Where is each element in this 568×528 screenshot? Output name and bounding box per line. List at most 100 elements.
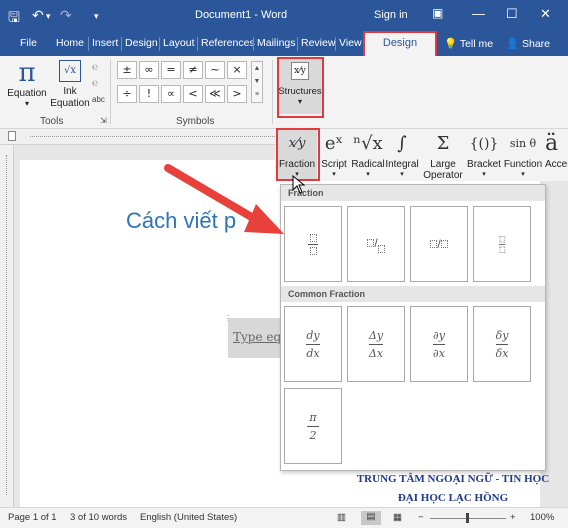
symbol-proportional[interactable]: ∝ (161, 85, 181, 103)
bracket-icon: {()} (469, 136, 499, 152)
chevron-down-icon: ▾ (332, 171, 336, 178)
tab-divider (88, 37, 89, 51)
fraction-pi-over-2-option[interactable]: π2 (284, 388, 342, 464)
tab-references[interactable]: References (201, 37, 255, 49)
tab-layout[interactable]: Layout (163, 37, 195, 49)
document-title: Document1 - Word (195, 9, 288, 21)
share-button[interactable]: 👤 Share (506, 37, 550, 50)
tab-equation-design-label: Design (382, 37, 418, 49)
customize-qat-icon[interactable]: ▾ (94, 11, 99, 22)
symbol-divide[interactable]: ÷ (117, 85, 137, 103)
accent-label: Accent (545, 159, 568, 170)
watermark-text: TRUNG TÂM NGOẠI NGỮ - TIN HỌC ĐẠI HỌC LẠ… (348, 470, 558, 508)
tab-file[interactable]: File (20, 37, 37, 49)
equation-placeholder[interactable]: Type eq (228, 318, 288, 358)
chevron-down-icon: ▾ (400, 171, 404, 178)
stacked-fraction-option[interactable] (284, 206, 342, 282)
ruler-ticks (30, 136, 275, 137)
minimize-icon[interactable]: — (472, 6, 485, 21)
zoom-slider-thumb[interactable] (466, 513, 469, 523)
script-button[interactable]: eˣ Script ▾ (319, 129, 349, 178)
status-bar: Page 1 of 1 3 of 10 words English (Unite… (0, 507, 568, 528)
zoom-level[interactable]: 100% (530, 512, 554, 523)
equation-button[interactable]: π Equation ▾ (6, 58, 48, 114)
maximize-icon[interactable]: ☐ (506, 6, 518, 22)
save-icon[interactable]: 🖫 (8, 7, 20, 31)
equation-placeholder-text: Type eq (233, 330, 282, 344)
tab-divider (253, 37, 254, 51)
undo-icon[interactable]: ↶ (32, 7, 44, 24)
gallery-scroll[interactable]: ▲ ▼ ≡ (251, 61, 263, 103)
symbol-greater-than[interactable]: > (227, 85, 247, 103)
integral-button[interactable]: ∫ Integral ▾ (385, 129, 419, 178)
word-count[interactable]: 3 of 10 words (70, 512, 127, 523)
language-indicator[interactable]: English (United States) (140, 512, 237, 523)
undo-dropdown-icon[interactable]: ▾ (46, 11, 51, 22)
dialog-launcher-icon[interactable]: ⇲ (100, 116, 107, 125)
ink-equation-icon: √x (59, 60, 81, 82)
ink-equation-label: Ink Equation (50, 86, 90, 109)
ink-equation-button[interactable]: √x Ink Equation (50, 58, 90, 114)
fraction-dy-dx-option[interactable]: dy dx (284, 306, 342, 382)
close-icon[interactable]: ✕ (540, 6, 551, 22)
tab-home[interactable]: Home (56, 37, 84, 49)
symbol-equals[interactable]: = (161, 61, 181, 79)
bracket-button[interactable]: {()} Bracket ▾ (467, 129, 501, 178)
tab-design[interactable]: Design (125, 37, 158, 49)
accent-icon: ä (545, 131, 559, 156)
symbol-much-less[interactable]: ≪ (205, 85, 225, 103)
watermark-line-1: TRUNG TÂM NGOẠI NGỮ - TIN HỌC (356, 473, 550, 485)
skewed-fraction-option[interactable]: / (347, 206, 405, 282)
symbol-infinity[interactable]: ∞ (139, 61, 159, 79)
ribbon-display-icon[interactable]: ▣ (432, 6, 443, 20)
redo-icon[interactable]: ↷ (60, 7, 72, 24)
fraction-numerator: δy (495, 328, 509, 342)
zoom-out-icon[interactable]: − (418, 512, 424, 523)
fraction-small-delta-option[interactable]: δy δx (473, 306, 531, 382)
tab-view[interactable]: View (339, 37, 363, 49)
large-operator-button[interactable]: Σ Large Operator (421, 129, 465, 181)
tab-mailings[interactable]: Mailings (257, 37, 296, 49)
page-count[interactable]: Page 1 of 1 (8, 512, 57, 523)
zoom-in-icon[interactable]: + (510, 512, 516, 523)
annotation-arrow (164, 164, 284, 234)
fraction-numerator: Δy (368, 328, 384, 342)
tab-divider (297, 37, 298, 51)
tell-me-search[interactable]: 💡 Tell me (444, 37, 493, 50)
accent-button[interactable]: ä Accent (545, 129, 568, 170)
print-layout-icon[interactable]: ▤ (361, 511, 381, 525)
script-icon: eˣ (324, 133, 344, 154)
fraction-delta-y-option[interactable]: Δy Δx (347, 306, 405, 382)
convert-icons[interactable]: ℮ ℮ abc (92, 60, 105, 108)
symbol-not-equal[interactable]: ≠ (183, 61, 203, 79)
large-operator-label: Large Operator (423, 159, 463, 181)
tab-divider (159, 37, 160, 51)
watermark-line-2: ĐẠI HỌC LẠC HỒNG (397, 492, 509, 504)
symbol-times[interactable]: × (227, 61, 247, 79)
tab-insert[interactable]: Insert (92, 37, 118, 49)
fraction-denominator: dx (306, 346, 320, 360)
symbol-less-than[interactable]: < (183, 85, 203, 103)
sign-in-link[interactable]: Sign in (374, 9, 408, 21)
symbols-gallery: ± ∞ = ≠ ~ × ÷ ! ∝ < ≪ > ▲ ▼ ≡ (117, 61, 267, 113)
tab-equation-design[interactable]: Design (363, 31, 437, 58)
group-divider (110, 60, 111, 124)
web-layout-icon[interactable]: ▦ (393, 512, 402, 523)
linear-fraction-option[interactable]: / (410, 206, 468, 282)
symbol-factorial[interactable]: ! (139, 85, 159, 103)
radical-button[interactable]: ⁿ√x Radical ▾ (351, 129, 385, 178)
symbol-tilde[interactable]: ~ (205, 61, 225, 79)
function-label: Function (503, 159, 543, 170)
tools-group-label: Tools (40, 116, 64, 127)
small-fraction-option[interactable] (473, 206, 531, 282)
radical-icon: ⁿ√x (353, 133, 383, 154)
fraction-numerator: ∂y (433, 328, 445, 342)
symbol-plus-minus[interactable]: ± (117, 61, 137, 79)
tab-review[interactable]: Review (301, 37, 335, 49)
tab-selector-icon[interactable] (8, 131, 16, 141)
tab-divider (121, 37, 122, 51)
group-divider (272, 60, 273, 124)
function-button[interactable]: sin θ Function ▾ (503, 129, 543, 178)
fraction-partial-y-option[interactable]: ∂y ∂x (410, 306, 468, 382)
read-mode-icon[interactable]: ▥ (337, 512, 346, 523)
